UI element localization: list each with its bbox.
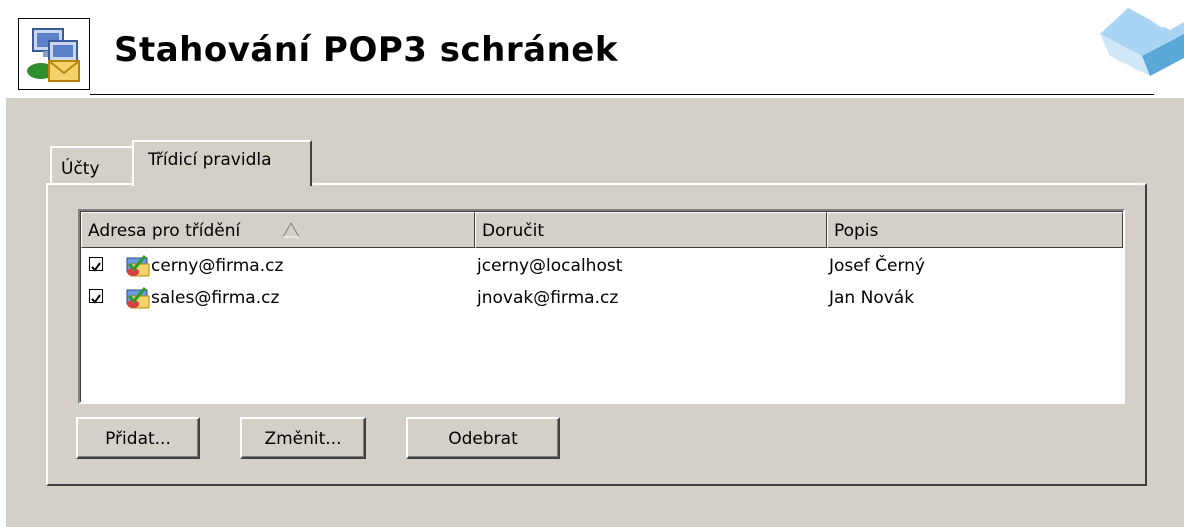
column-header-description[interactable]: Popis [827, 212, 1123, 248]
tab-content: Adresa pro třídění Doručit Popis cerny@f… [46, 183, 1147, 486]
row-address: sales@firma.cz [151, 288, 280, 308]
row-checkbox[interactable] [89, 257, 103, 272]
tab-sorting-rules[interactable]: Třídicí pravidla [132, 140, 312, 186]
page-title: Stahování POP3 schránek [114, 30, 618, 70]
row-checkbox[interactable] [89, 289, 103, 304]
column-header-deliver[interactable]: Doručit [475, 212, 827, 248]
mail-download-icon [18, 18, 90, 90]
row-description: Josef Černý [829, 256, 925, 276]
add-button-label: Přidat... [105, 429, 171, 449]
rules-list[interactable]: Adresa pro třídění Doručit Popis cerny@f… [78, 209, 1125, 404]
column-header-deliver-label: Doručit [482, 221, 544, 241]
column-header-address-label: Adresa pro třídění [88, 221, 241, 241]
rule-check-icon [125, 254, 151, 278]
column-header-address[interactable]: Adresa pro třídění [81, 212, 475, 248]
tab-accounts-label: Účty [61, 159, 100, 179]
edit-button[interactable]: Změnit... [240, 417, 366, 459]
column-header-description-label: Popis [834, 221, 879, 241]
tab-sorting-rules-label: Třídicí pravidla [148, 150, 272, 170]
remove-button[interactable]: Odebrat [406, 417, 560, 459]
sort-ascending-icon [282, 221, 300, 243]
add-button[interactable]: Přidat... [76, 417, 200, 459]
edit-button-label: Změnit... [264, 429, 342, 449]
remove-button-label: Odebrat [448, 429, 518, 449]
list-item[interactable]: sales@firma.cz jnovak@firma.cz Jan Novák [81, 284, 1123, 314]
header-divider [90, 94, 1154, 95]
row-deliver: jcerny@localhost [477, 256, 623, 276]
row-address: cerny@firma.cz [151, 256, 284, 276]
row-description: Jan Novák [829, 288, 915, 308]
list-item[interactable]: cerny@firma.cz jcerny@localhost Josef Če… [81, 252, 1123, 282]
kerio-logo [1088, 0, 1184, 94]
rule-check-icon [125, 286, 151, 310]
header: Stahování POP3 schránek [0, 0, 1184, 98]
main-panel: Účty Třídicí pravidla Adresa pro třídění… [6, 98, 1184, 527]
row-deliver: jnovak@firma.cz [477, 288, 619, 308]
tab-accounts[interactable]: Účty [50, 146, 134, 184]
